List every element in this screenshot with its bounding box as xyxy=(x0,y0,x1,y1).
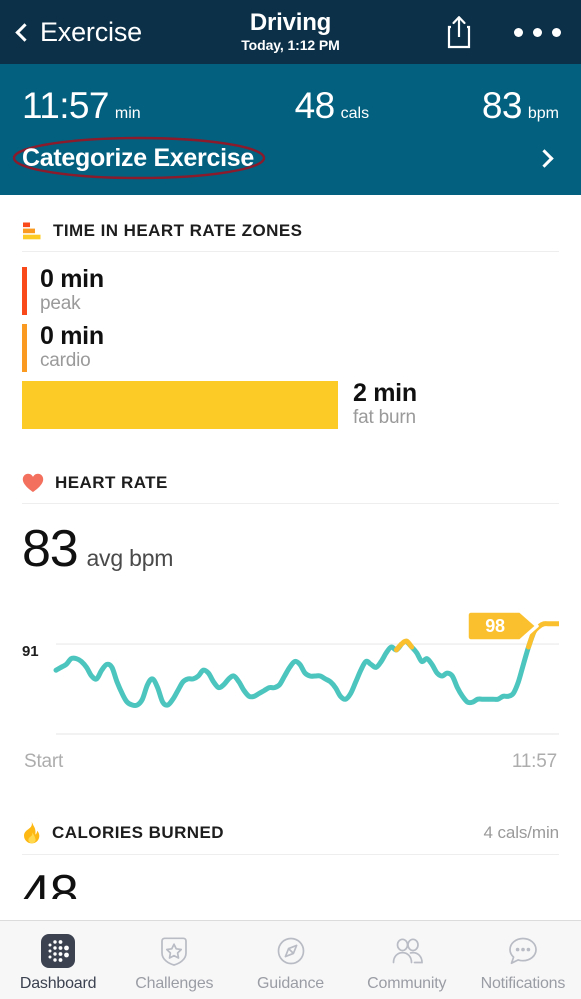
calories-value-clip: 48 xyxy=(22,867,559,899)
zone-name: cardio xyxy=(40,350,91,371)
dot xyxy=(514,27,523,37)
zone-row: 0 min peak xyxy=(22,266,559,315)
stat-bpm: 83 bpm xyxy=(482,86,559,126)
heart-rate-zones-section: TIME IN HEART RATE ZONES 0 min peak 0 mi… xyxy=(0,195,581,429)
calories-rate: 4 cals/min xyxy=(483,822,559,842)
zone-bar-cardio xyxy=(22,323,27,372)
zone-value: 2 min xyxy=(353,379,417,407)
chat-bubble-icon xyxy=(509,937,537,964)
summary-stats-row: 11:57 min 48 cals 83 bpm xyxy=(0,64,581,130)
more-options-icon[interactable] xyxy=(512,22,563,43)
tab-guidance[interactable]: Guidance xyxy=(232,921,348,999)
stat-bpm-value: 83 xyxy=(481,85,523,126)
tab-community-label: Community xyxy=(367,974,447,992)
stat-bpm-unit: bpm xyxy=(527,105,559,122)
share-icon[interactable] xyxy=(446,15,472,49)
heart-rate-average: 83 avg bpm xyxy=(22,504,559,576)
back-button[interactable]: Exercise xyxy=(15,16,142,48)
chart-axis-labels: Start 11:57 xyxy=(22,751,559,773)
peak-badge: 98 xyxy=(464,609,540,647)
zone-name: peak xyxy=(40,293,81,314)
star-shield-icon xyxy=(161,936,188,966)
categorize-exercise-button[interactable]: Categorize Exercise xyxy=(0,130,581,195)
stat-calories: 48 cals xyxy=(295,86,369,126)
people-icon xyxy=(392,937,423,963)
tab-dashboard-label: Dashboard xyxy=(19,974,97,992)
zone-text: 0 min cardio xyxy=(40,323,104,372)
page-title: Driving xyxy=(249,9,332,36)
calories-section-header: CALORIES BURNED 4 cals/min xyxy=(22,795,559,855)
zone-value: 0 min xyxy=(40,322,104,350)
chevron-right-icon xyxy=(535,149,554,168)
tab-notifications[interactable]: Notifications xyxy=(465,921,581,999)
bottom-tab-bar: Dashboard Challenges Guidance Community … xyxy=(0,920,581,999)
heart-rate-section: HEART RATE 83 avg bpm 91 98 Start 11:57 xyxy=(0,447,581,773)
stat-duration-value: 11:57 xyxy=(22,85,109,126)
stat-calories-value: 48 xyxy=(294,85,336,126)
summary-stats-header: 11:57 min 48 cals 83 bpm Categorize Exer… xyxy=(0,64,581,195)
zone-row: 0 min cardio xyxy=(22,323,559,372)
chevron-left-icon xyxy=(15,23,34,42)
zone-row: 2 min fat burn xyxy=(22,380,559,429)
exercise-detail-screen: Exercise Driving Today, 1:12 PM 11:57 mi… xyxy=(0,0,581,999)
heart-rate-section-header: HEART RATE xyxy=(22,447,559,504)
zones-list: 0 min peak 0 min cardio 2 min fat burn xyxy=(22,252,559,429)
calories-section-title: CALORIES BURNED xyxy=(52,822,225,842)
chart-y-tick-label: 91 xyxy=(22,643,39,660)
zone-bar-fat-burn xyxy=(22,380,338,429)
tab-community[interactable]: Community xyxy=(349,921,465,999)
chart-axis-start-label: Start xyxy=(24,751,64,772)
heart-rate-zones-icon xyxy=(23,222,41,240)
heart-rate-average-unit: avg bpm xyxy=(86,545,174,571)
tab-challenges[interactable]: Challenges xyxy=(116,921,232,999)
heart-rate-chart[interactable]: 91 98 xyxy=(22,600,559,745)
page-subtitle: Today, 1:12 PM xyxy=(241,37,340,53)
compass-icon xyxy=(277,937,304,964)
zones-section-title: TIME IN HEART RATE ZONES xyxy=(53,221,303,240)
flame-icon xyxy=(24,821,40,844)
tab-notifications-label: Notifications xyxy=(480,974,566,992)
nav-actions xyxy=(446,15,563,49)
dot xyxy=(552,27,561,37)
chart-axis-end-label: 11:57 xyxy=(511,751,557,772)
heart-rate-average-value: 83 xyxy=(22,520,79,578)
calories-burned-section: CALORIES BURNED 4 cals/min 48 xyxy=(0,795,581,899)
stat-duration: 11:57 min xyxy=(22,86,141,126)
peak-badge-value: 98 xyxy=(485,615,505,636)
zone-text: 2 min fat burn xyxy=(353,380,417,429)
navigation-bar: Exercise Driving Today, 1:12 PM xyxy=(0,0,581,64)
fitbit-dots-icon xyxy=(41,933,76,968)
zone-name: fat burn xyxy=(353,407,416,428)
heart-rate-section-title: HEART RATE xyxy=(55,473,168,492)
stat-duration-unit: min xyxy=(114,105,141,122)
tab-dashboard[interactable]: Dashboard xyxy=(0,921,116,999)
zone-text: 0 min peak xyxy=(40,266,104,315)
stat-calories-unit: cals xyxy=(340,105,370,122)
tab-guidance-label: Guidance xyxy=(257,974,324,992)
back-button-label: Exercise xyxy=(40,16,142,47)
tab-challenges-label: Challenges xyxy=(135,974,214,992)
categorize-exercise-label: Categorize Exercise xyxy=(22,144,254,172)
calories-burned-value: 48 xyxy=(22,867,79,899)
zones-section-header: TIME IN HEART RATE ZONES xyxy=(22,195,559,252)
heart-icon xyxy=(22,473,44,492)
dot xyxy=(533,27,542,37)
zone-bar-peak xyxy=(22,266,27,315)
zone-value: 0 min xyxy=(40,265,104,293)
